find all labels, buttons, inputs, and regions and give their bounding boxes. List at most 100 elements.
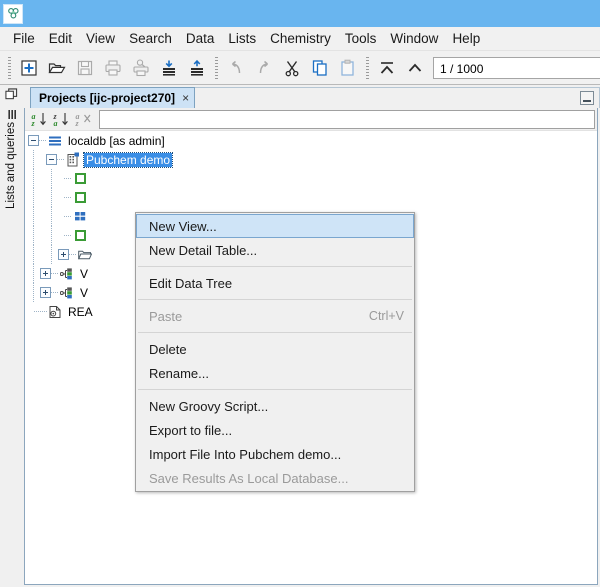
tree-expander-collapse[interactable]: [46, 154, 57, 165]
database-connection-icon: [47, 133, 63, 149]
tree-row[interactable]: [25, 169, 597, 188]
menu-search[interactable]: Search: [122, 29, 179, 48]
print-preview-button[interactable]: [127, 55, 155, 81]
toolbar-grip[interactable]: [8, 57, 11, 79]
tree-expander-collapse[interactable]: [28, 135, 39, 146]
sort-descending-button[interactable]: z a: [51, 109, 73, 129]
menu-view[interactable]: View: [79, 29, 122, 48]
tree-connector: [51, 245, 52, 264]
tree-expander-expand[interactable]: [40, 287, 51, 298]
tree-connector: [51, 292, 59, 293]
readme-icon: [47, 304, 63, 320]
tree-sort-toolbar: a z z a a z: [25, 108, 597, 131]
ctx-new-detail-table[interactable]: New Detail Table...: [136, 238, 414, 262]
open-button[interactable]: [43, 55, 71, 81]
tree-row[interactable]: Pubchem demo: [25, 150, 597, 169]
tree-connector: [33, 150, 34, 169]
ctx-delete[interactable]: Delete: [136, 337, 414, 361]
sort-ascending-button[interactable]: a z: [29, 109, 51, 129]
ctx-save-results-label: Save Results As Local Database...: [149, 471, 348, 486]
toolbar-grip-3[interactable]: [366, 57, 369, 79]
menu-data[interactable]: Data: [179, 29, 222, 48]
ctx-new-view-label: New View...: [149, 219, 217, 234]
tab-bar-filler: [195, 87, 600, 108]
export-button[interactable]: [183, 55, 211, 81]
tree-connector: [33, 188, 34, 207]
list-bars-icon: [6, 109, 16, 120]
menu-chemistry[interactable]: Chemistry: [263, 29, 338, 48]
tree-connector: [51, 207, 52, 226]
ctx-paste: Paste Ctrl+V: [136, 304, 414, 328]
ctx-edit-data-tree-label: Edit Data Tree: [149, 276, 232, 291]
clear-sort-button[interactable]: a z: [73, 109, 95, 129]
menu-tools[interactable]: Tools: [338, 29, 384, 48]
projects-panel: Projects [ijc-project270] × a z: [22, 85, 600, 587]
close-icon[interactable]: ×: [182, 91, 189, 105]
context-menu-separator: [138, 299, 412, 300]
tree-row[interactable]: localdb [as admin]: [25, 131, 597, 150]
ctx-import-file[interactable]: Import File Into Pubchem demo...: [136, 442, 414, 466]
paste-button[interactable]: [334, 55, 362, 81]
ctx-export-to-file-label: Export to file...: [149, 423, 232, 438]
new-button[interactable]: [15, 55, 43, 81]
ctx-new-detail-table-label: New Detail Table...: [149, 243, 257, 258]
menu-file[interactable]: File: [6, 29, 42, 48]
tree-connector: [33, 283, 34, 302]
tree-connector: [57, 159, 65, 160]
toolbar-grip-2[interactable]: [215, 57, 218, 79]
view-icon: [59, 285, 75, 301]
tree-connector: [51, 188, 52, 207]
tree-connector: [51, 273, 59, 274]
ctx-edit-data-tree[interactable]: Edit Data Tree: [136, 271, 414, 295]
cut-button[interactable]: [278, 55, 306, 81]
tree-connector: [64, 197, 72, 198]
main-toolbar: 1 / 1000: [0, 51, 600, 85]
ctx-rename[interactable]: Rename...: [136, 361, 414, 385]
tree-connector: [34, 311, 47, 312]
tree-connector: [39, 140, 47, 141]
menu-lists[interactable]: Lists: [221, 29, 263, 48]
menu-edit[interactable]: Edit: [42, 29, 79, 48]
print-button[interactable]: [99, 55, 127, 81]
ctx-export-to-file[interactable]: Export to file...: [136, 418, 414, 442]
import-button[interactable]: [155, 55, 183, 81]
tree-filter-input[interactable]: [99, 110, 595, 129]
ctx-new-view[interactable]: New View...: [136, 214, 414, 238]
title-bar: [0, 0, 600, 27]
green-entity-icon: [72, 171, 88, 187]
ctx-new-groovy-script[interactable]: New Groovy Script...: [136, 394, 414, 418]
ctx-paste-label: Paste: [149, 309, 182, 324]
menu-window[interactable]: Window: [383, 29, 445, 48]
tab-projects[interactable]: Projects [ijc-project270] ×: [30, 87, 195, 108]
previous-record-button[interactable]: [401, 55, 429, 81]
minimize-panel-button[interactable]: [580, 91, 594, 105]
dock-window-icon[interactable]: [5, 88, 18, 101]
tree-node-label-selected: Pubchem demo: [84, 153, 172, 167]
page-indicator[interactable]: 1 / 1000: [433, 57, 600, 79]
context-menu-separator: [138, 389, 412, 390]
redo-button[interactable]: [250, 55, 278, 81]
lists-and-queries-label[interactable]: Lists and queries: [5, 122, 17, 209]
tree-node-label: V: [78, 286, 90, 300]
tree-connector: [33, 207, 34, 226]
project-tree[interactable]: localdb [as admin]: [25, 131, 597, 584]
tree-expander-expand[interactable]: [40, 268, 51, 279]
tree-connector: [33, 169, 34, 188]
first-record-button[interactable]: [373, 55, 401, 81]
tree-row[interactable]: [25, 188, 597, 207]
tree-expander-expand[interactable]: [58, 249, 69, 260]
tab-row: Projects [ijc-project270] ×: [22, 85, 600, 108]
tree-connector: [64, 216, 72, 217]
context-menu: New View... New Detail Table... Edit Dat…: [135, 212, 415, 492]
view-icon: [59, 266, 75, 282]
tree-connector: [33, 226, 34, 245]
tree-connector: [33, 245, 34, 264]
tree-connector: [69, 254, 77, 255]
ctx-paste-accelerator: Ctrl+V: [369, 309, 404, 323]
ctx-rename-label: Rename...: [149, 366, 209, 381]
tree-connector: [33, 264, 34, 283]
save-button[interactable]: [71, 55, 99, 81]
menu-help[interactable]: Help: [445, 29, 487, 48]
copy-button[interactable]: [306, 55, 334, 81]
undo-button[interactable]: [222, 55, 250, 81]
